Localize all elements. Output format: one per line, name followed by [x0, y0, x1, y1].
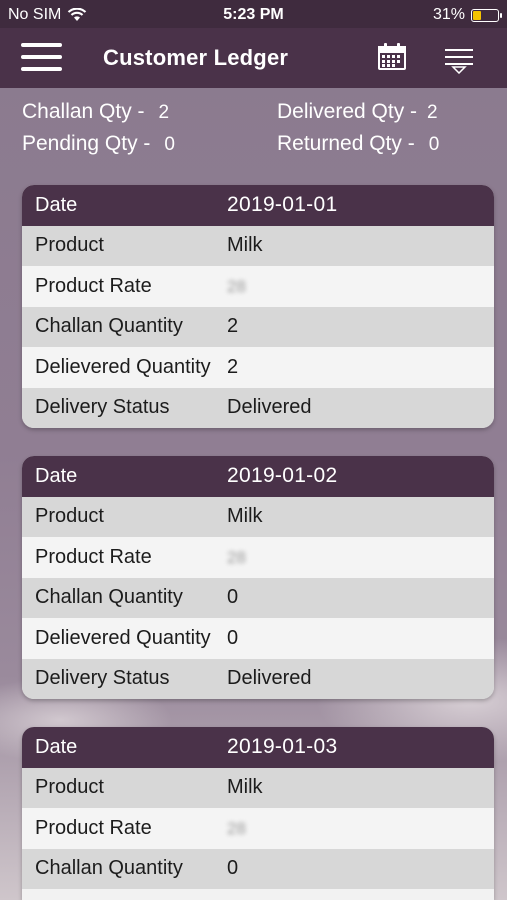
product-label: Product: [35, 234, 104, 257]
challan-quantity-value: 0: [227, 857, 239, 880]
date-row: Date 2019-01-02: [22, 456, 494, 497]
delivered-quantity-value: 0: [227, 626, 239, 649]
delivered-qty-value: 2: [427, 102, 438, 123]
date-label: Date: [35, 193, 78, 216]
battery-icon: [471, 8, 502, 22]
ledger-card[interactable]: Date 2019-01-01 Product Milk Product Rat…: [22, 185, 494, 428]
ledger-card[interactable]: Date 2019-01-02 Product Milk Product Rat…: [22, 456, 494, 699]
challan-qty-value: 2: [158, 102, 170, 123]
date-row: Date 2019-01-03: [22, 727, 494, 768]
challan-quantity-row: Challan Quantity 0: [22, 848, 494, 889]
date-row: Date 2019-01-01: [22, 185, 494, 226]
challan-quantity-label: Challan Quantity: [35, 586, 183, 609]
nav-bar: Customer Ledger: [0, 28, 507, 88]
challan-qty-label: Challan Qty -: [22, 100, 145, 123]
product-rate-label: Product Rate: [35, 816, 152, 839]
delivered-qty-summary: Delivered Qty - 2: [277, 100, 438, 124]
delivered-quantity-row: Delievered Quantity 0: [22, 618, 494, 659]
delivered-qty-label: Delivered Qty -: [277, 100, 418, 123]
challan-quantity-row: Challan Quantity 0: [22, 577, 494, 618]
delivered-quantity-label: Delievered Quantity: [35, 355, 211, 378]
product-label: Product: [35, 505, 104, 528]
returned-qty-summary: Returned Qty - 0: [277, 132, 439, 156]
delivery-status-value: Delivered: [227, 667, 312, 690]
delivered-quantity-row: Delievered Quantity 2: [22, 347, 494, 388]
product-label: Product: [35, 776, 104, 799]
product-value: Milk: [227, 776, 263, 799]
challan-quantity-label: Challan Quantity: [35, 315, 183, 338]
delivered-quantity-value: 2: [227, 355, 239, 378]
product-rate-row: Product Rate 28: [22, 266, 494, 307]
product-row: Product Milk: [22, 225, 494, 266]
date-label: Date: [35, 464, 78, 487]
challan-quantity-row: Challan Quantity 2: [22, 306, 494, 347]
date-value: 2019-01-02: [227, 464, 338, 488]
battery-fill: [473, 10, 482, 20]
delivery-status-row: Delivery Status Delivered: [22, 658, 494, 699]
product-value: Milk: [227, 505, 263, 528]
pending-qty-value: 0: [164, 134, 175, 155]
product-row: Product Milk: [22, 496, 494, 537]
product-row: Product Milk: [22, 767, 494, 808]
battery-percent: 31%: [432, 6, 465, 23]
product-value: Milk: [227, 234, 263, 257]
challan-quantity-label: Challan Quantity: [35, 857, 183, 880]
product-rate-value: 28: [227, 276, 246, 296]
product-rate-value: 28: [227, 818, 246, 838]
date-label: Date: [35, 735, 78, 758]
hamburger-menu-icon[interactable]: [21, 43, 62, 73]
page-title: Customer Ledger: [103, 45, 289, 70]
status-right: 31%: [432, 6, 502, 24]
status-time: 5:23 PM: [223, 6, 284, 23]
product-rate-row: Product Rate 28: [22, 537, 494, 578]
delivery-status-row: Delivery Status Delivered: [22, 387, 494, 428]
product-rate-label: Product Rate: [35, 545, 152, 568]
summary-panel: Challan Qty - 2 Delivered Qty - 2 Pendin…: [0, 96, 507, 166]
date-value: 2019-01-01: [227, 193, 338, 217]
product-rate-row: Product Rate 28: [22, 808, 494, 849]
challan-quantity-value: 2: [227, 315, 239, 338]
pending-qty-label: Pending Qty -: [22, 132, 151, 155]
product-rate-label: Product Rate: [35, 274, 152, 297]
challan-quantity-value: 0: [227, 586, 239, 609]
delivery-status-value: Delivered: [227, 396, 312, 419]
delivery-status-label: Delivery Status: [35, 667, 170, 690]
ledger-card[interactable]: Date 2019-01-03 Product Milk Product Rat…: [22, 727, 494, 900]
delivery-status-label: Delivery Status: [35, 396, 170, 419]
challan-qty-summary: Challan Qty - 2: [22, 100, 169, 124]
product-rate-value: 28: [227, 547, 246, 567]
calendar-icon[interactable]: [377, 43, 407, 71]
delivered-quantity-label: Delievered Quantity: [35, 626, 211, 649]
filter-icon[interactable]: [443, 48, 475, 74]
date-value: 2019-01-03: [227, 735, 338, 759]
returned-qty-value: 0: [428, 134, 440, 155]
returned-qty-label: Returned Qty -: [277, 132, 415, 155]
status-bar: No SIM 5:23 PM 31%: [0, 0, 507, 28]
pending-qty-summary: Pending Qty - 0: [22, 132, 175, 156]
